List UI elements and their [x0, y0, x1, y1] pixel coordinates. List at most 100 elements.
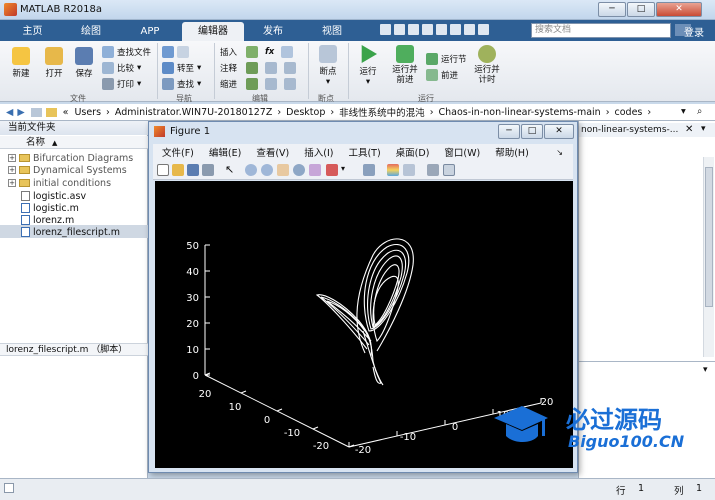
paste-icon[interactable] [422, 24, 433, 35]
status-menu-icon[interactable] [4, 483, 14, 493]
run-section-button[interactable]: 运行节 [426, 53, 467, 65]
tab-publish[interactable]: 发布 [248, 22, 298, 41]
forward-arrow-icon[interactable]: ▶ [17, 107, 24, 118]
editor-scrollbar[interactable] [703, 157, 714, 357]
save-icon[interactable] [380, 24, 391, 35]
list-item-selected[interactable]: lorenz_filescript.m [21, 226, 120, 238]
menu-help[interactable]: 帮助(H) [495, 145, 529, 159]
list-item[interactable]: logistic.asv [21, 190, 86, 202]
hide-plot-tools-icon[interactable] [427, 164, 439, 176]
colorbar-icon[interactable] [387, 164, 399, 176]
save-button[interactable]: 保存 [70, 47, 98, 79]
pan-hand-icon[interactable] [277, 164, 289, 176]
dock-arrow-icon[interactable]: ↘ [556, 148, 563, 157]
goto-button[interactable]: 转至 ▾ [162, 62, 201, 74]
list-item[interactable]: + Bifurcation Diagrams [8, 152, 133, 164]
zoom-out-icon[interactable] [261, 164, 273, 176]
figure-maximize-button[interactable]: □ [521, 124, 543, 139]
comment-button[interactable]: 注释 [220, 62, 297, 74]
tab-editor[interactable]: 编辑器 [182, 22, 244, 41]
back-forward-buttons[interactable] [162, 46, 189, 58]
expand-icon[interactable]: + [8, 179, 16, 187]
editor-tab[interactable]: non-linear-systems-... [579, 123, 715, 137]
run-button[interactable]: 运行 ▾ [354, 45, 382, 87]
tab-plots[interactable]: 绘图 [66, 22, 116, 41]
legend-icon[interactable] [403, 164, 415, 176]
breadcrumb-administrator[interactable]: Administrator.WIN7U-20180127Z [115, 107, 273, 118]
list-item[interactable]: + Dynamical Systems [8, 164, 127, 176]
current-folder-address-bar[interactable]: ◀ ▶ « Users › Administrator.WIN7U-201801… [0, 104, 715, 121]
command-window-menu-icon[interactable]: ▾ [703, 365, 708, 375]
maximize-button[interactable]: □ [627, 2, 655, 17]
print-button[interactable]: 打印 ▾ [102, 78, 141, 90]
find-button[interactable]: 查找 ▾ [162, 78, 201, 90]
back-arrow-icon[interactable]: ◀ [6, 107, 13, 118]
cut-icon[interactable] [394, 24, 405, 35]
expand-icon[interactable]: + [8, 166, 16, 174]
up-folder-icon[interactable] [30, 107, 42, 117]
menu-desktop[interactable]: 桌面(D) [396, 145, 430, 159]
address-search-icon[interactable]: ⌕ [697, 106, 702, 117]
list-item[interactable]: logistic.m [21, 202, 79, 214]
minimize-button[interactable]: ─ [598, 2, 626, 17]
help-icon[interactable] [478, 24, 489, 35]
find-files-button[interactable]: 查找文件 [102, 46, 151, 58]
search-docs-input[interactable]: 搜索文档 [531, 23, 671, 38]
redo-icon[interactable] [450, 24, 461, 35]
breadcrumb-desktop[interactable]: Desktop [286, 107, 325, 118]
compare-button[interactable]: 比较 ▾ [102, 62, 141, 74]
tab-home[interactable]: 主页 [10, 22, 55, 41]
column-header[interactable]: 名称 ▲ [0, 136, 148, 149]
run-and-advance-button[interactable]: 运行并 前进 [388, 45, 422, 85]
menu-window[interactable]: 窗口(W) [444, 145, 480, 159]
menu-edit[interactable]: 编辑(E) [209, 145, 241, 159]
fx-icon[interactable]: fx [265, 47, 274, 57]
breadcrumb-overflow[interactable]: « [63, 107, 69, 118]
brush-dropdown-icon[interactable]: ▾ [341, 164, 353, 176]
list-item[interactable]: + initial conditions [8, 177, 111, 189]
rotate-3d-icon[interactable] [293, 164, 305, 176]
insert-button[interactable]: 插入 fx [220, 46, 294, 58]
expand-icon[interactable]: + [8, 154, 16, 162]
advance-button[interactable]: 前进 [426, 69, 458, 81]
tab-view[interactable]: 视图 [306, 22, 358, 41]
browse-folder-icon[interactable] [45, 107, 57, 117]
address-dropdown-icon[interactable]: ▾ [681, 106, 686, 117]
x-tick-label: -20 [355, 445, 371, 456]
print-figure-icon[interactable] [202, 164, 214, 176]
link-plot-icon[interactable] [363, 164, 375, 176]
open-button[interactable]: 打开 [40, 47, 68, 79]
copy-icon[interactable] [408, 24, 419, 35]
undo-icon[interactable] [436, 24, 447, 35]
breadcrumb-users[interactable]: Users [74, 107, 101, 118]
breadcrumb-chaos-folder[interactable]: 非线性系统中的混沌 [339, 105, 425, 119]
close-button[interactable]: ✕ [656, 2, 702, 17]
breakpoints-button[interactable]: 断点 ▾ [312, 45, 344, 87]
scrollbar-thumb[interactable] [705, 167, 713, 307]
data-cursor-icon[interactable] [309, 164, 321, 176]
menu-view[interactable]: 查看(V) [256, 145, 289, 159]
close-tab-icon[interactable]: ✕ [685, 124, 693, 135]
menu-file[interactable]: 文件(F) [162, 145, 194, 159]
figure-close-button[interactable]: ✕ [544, 124, 574, 139]
tab-dropdown-icon[interactable]: ▾ [701, 124, 706, 134]
open-file-icon[interactable] [172, 164, 184, 176]
show-plot-tools-icon[interactable] [443, 164, 455, 176]
save-figure-icon[interactable] [187, 164, 199, 176]
select-pointer-icon[interactable]: ↖ [225, 164, 237, 176]
new-figure-icon[interactable] [157, 164, 169, 176]
breadcrumb-chaos-main[interactable]: Chaos-in-non-linear-systems-main [439, 107, 601, 118]
indent-button[interactable]: 缩进 [220, 78, 297, 90]
brush-icon[interactable] [326, 164, 338, 176]
figure-minimize-button[interactable]: ─ [498, 124, 520, 139]
breadcrumb-codes[interactable]: codes [615, 107, 643, 118]
new-button[interactable]: 新建 [6, 47, 36, 79]
menu-insert[interactable]: 插入(I) [304, 145, 333, 159]
switch-window-icon[interactable] [464, 24, 475, 35]
details-bar[interactable]: lorenz_filescript.m （脚本） [0, 343, 148, 356]
login-link[interactable]: 登录 [684, 24, 704, 39]
tab-apps[interactable]: APP [124, 22, 176, 41]
zoom-in-icon[interactable] [245, 164, 257, 176]
menu-tools[interactable]: 工具(T) [348, 145, 380, 159]
run-and-time-button[interactable]: 运行并 计时 [470, 45, 504, 85]
